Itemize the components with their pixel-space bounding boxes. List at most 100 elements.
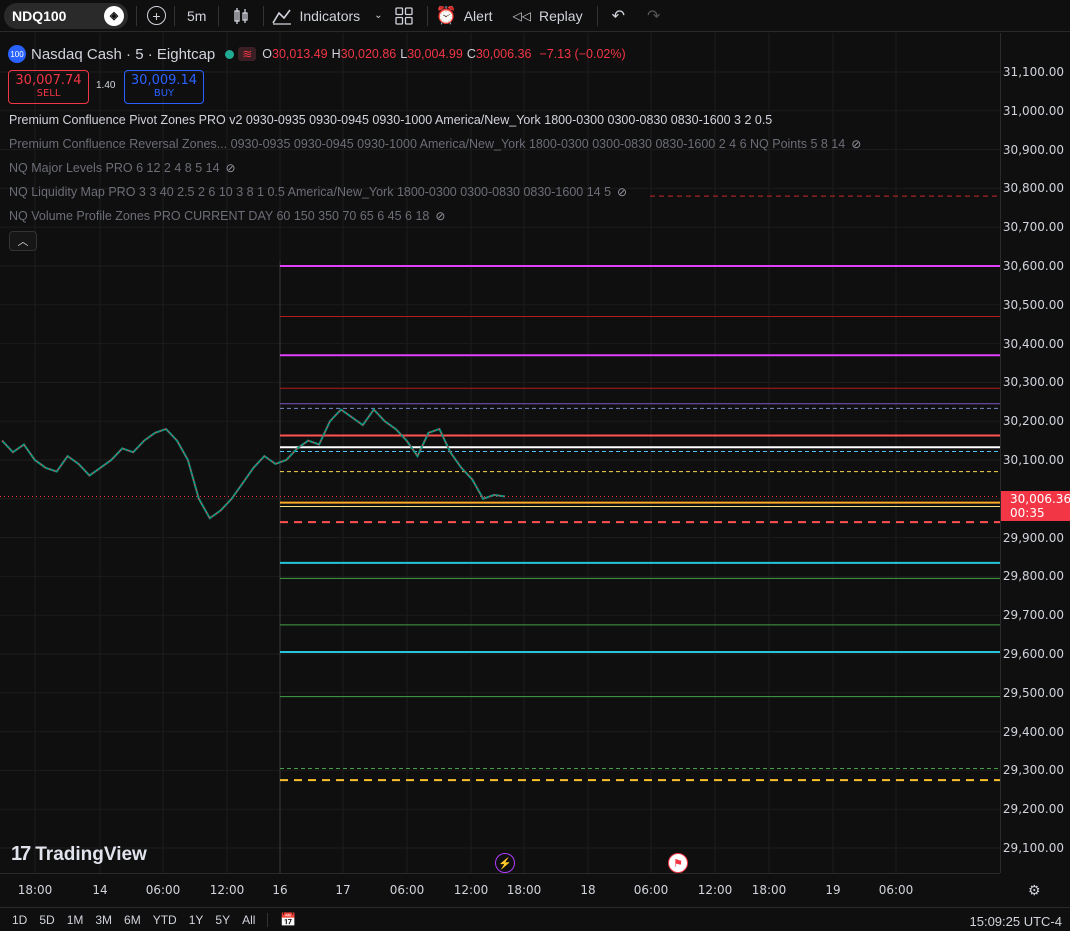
- plus-circle-icon: +: [147, 6, 166, 25]
- eye-off-icon[interactable]: ⊘: [226, 161, 236, 175]
- buy-button[interactable]: 30,009.14 BUY: [124, 70, 204, 104]
- time-axis-label: 14: [92, 883, 108, 897]
- indicator-liquidity-map[interactable]: NQ Liquidity Map PRO 3 3 40 2.5 2 6 10 3…: [9, 185, 627, 199]
- time-axis-label: 06:00: [145, 883, 181, 897]
- price-axis[interactable]: 31,100.00 31,000.00 30,900.00 30,800.00 30,7…: [1000, 33, 1070, 873]
- alarm-clock-icon: ⏰: [435, 5, 457, 25]
- chart-legend: 100 Nasdaq Cash · 5 · Eightcap ≋ O30,013…: [8, 43, 630, 65]
- calendar-icon[interactable]: 📅: [280, 912, 296, 928]
- clock[interactable]: 15:09:25 UTC-4: [970, 914, 1063, 929]
- ohlc-open: O30,013.49: [262, 47, 327, 61]
- change-text: −7.13 (−0.02%): [539, 47, 626, 61]
- current-price-label: 30,006.36 00:35: [1001, 491, 1070, 521]
- indicators-icon: [272, 9, 292, 25]
- price-axis-label: 29,400.00: [1002, 724, 1064, 739]
- brand-text: TradingView: [35, 843, 147, 865]
- separator: [263, 5, 265, 26]
- eye-off-icon[interactable]: ⊘: [435, 209, 445, 223]
- alert-button[interactable]: ⏰ Alert: [436, 0, 493, 32]
- candles-icon: [234, 7, 249, 24]
- chart-type-button[interactable]: [227, 0, 255, 32]
- undo-button[interactable]: ↶: [612, 0, 625, 32]
- price-axis-label: 29,500.00: [1002, 685, 1064, 700]
- range-3m[interactable]: 3M: [95, 913, 112, 927]
- time-axis-label: 18:00: [506, 883, 542, 897]
- sell-price: 30,007.74: [15, 73, 82, 88]
- range-5d[interactable]: 5D: [39, 913, 54, 927]
- chevron-down-icon: ⌄: [374, 10, 383, 21]
- range-1m[interactable]: 1M: [67, 913, 84, 927]
- time-axis-label: 19: [825, 883, 841, 897]
- indicator-pivot-zones[interactable]: Premium Confluence Pivot Zones PRO v2 09…: [9, 113, 772, 127]
- templates-button[interactable]: [394, 0, 413, 32]
- range-1y[interactable]: 1Y: [189, 913, 204, 927]
- symbol-search[interactable]: NDQ100 ◈: [4, 2, 128, 29]
- price-axis-label: 31,000.00: [1002, 103, 1064, 118]
- countdown-value: 00:35: [1010, 506, 1045, 520]
- high-label: H: [331, 47, 341, 61]
- indicator-label: NQ Liquidity Map PRO 3 3 40 2.5 2 6 10 3…: [9, 185, 612, 199]
- range-1d[interactable]: 1D: [12, 913, 27, 927]
- legend-main-row: 100 Nasdaq Cash · 5 · Eightcap ≋ O30,013…: [8, 43, 630, 65]
- sell-button[interactable]: 30,007.74 SELL: [8, 70, 89, 104]
- time-axis[interactable]: 18:00 14 06:00 12:00 16 17 06:00 12:00 18:00 18 06…: [0, 873, 1000, 905]
- top-toolbar: NDQ100 ◈ + 5m Indicators ⌄ ⏰ Alert ◁◁ Re…: [0, 0, 1070, 32]
- price-axis-label: 30,900.00: [1002, 142, 1064, 157]
- indicator-major-levels[interactable]: NQ Major Levels PRO 6 12 2 4 8 5 14 ⊘: [9, 161, 236, 175]
- range-5y[interactable]: 5Y: [215, 913, 230, 927]
- compare-button[interactable]: +: [147, 0, 166, 32]
- price-axis-label: 30,600.00: [1002, 259, 1064, 273]
- range-6m[interactable]: 6M: [124, 913, 141, 927]
- time-axis-label: 18:00: [751, 883, 787, 897]
- high-value: 30,020.86: [340, 47, 397, 61]
- eye-off-icon[interactable]: ⊘: [617, 185, 627, 199]
- legend-title[interactable]: Nasdaq Cash · 5 · Eightcap: [31, 46, 215, 63]
- price-axis-label: 30,500.00: [1002, 297, 1064, 312]
- separator: [136, 5, 137, 26]
- us-flag-event-icon[interactable]: ⚑: [668, 853, 688, 873]
- symbol-logo: 100: [8, 45, 26, 63]
- redo-icon: ↷: [646, 7, 661, 25]
- separator: [267, 912, 269, 927]
- price-axis-label: 29,900.00: [1002, 530, 1064, 545]
- price-axis-label: 30,300.00: [1002, 375, 1064, 390]
- interval-label: 5m: [187, 7, 207, 24]
- price-chart[interactable]: [0, 33, 1000, 873]
- indicators-button[interactable]: Indicators ⌄: [272, 0, 383, 32]
- lightning-event-icon[interactable]: ⚡: [495, 853, 515, 873]
- indicators-label: Indicators: [299, 7, 361, 24]
- time-axis-label: 12:00: [697, 883, 733, 897]
- sell-label: SELL: [36, 88, 61, 99]
- tradingview-logo[interactable]: 17 TradingView: [11, 843, 147, 866]
- indicator-reversal-zones[interactable]: Premium Confluence Reversal Zones... 093…: [9, 137, 861, 151]
- ohlc-close: C30,006.36: [467, 47, 532, 61]
- alert-label: Alert: [463, 7, 493, 24]
- redo-button[interactable]: ↷: [647, 0, 660, 32]
- range-all[interactable]: All: [242, 913, 255, 927]
- interval-button[interactable]: 5m: [183, 0, 210, 32]
- indicator-volume-profile[interactable]: NQ Volume Profile Zones PRO CURRENT DAY …: [9, 209, 445, 223]
- open-label: O: [262, 47, 272, 61]
- time-axis-label: 06:00: [878, 883, 914, 897]
- time-axis-label: 17: [335, 883, 351, 897]
- eye-off-icon[interactable]: ⊘: [851, 137, 861, 151]
- change-value: −7.13 (−0.02%): [539, 47, 625, 61]
- market-open-icon: [225, 49, 235, 59]
- price-axis-label: 29,800.00: [1002, 569, 1064, 584]
- replay-button[interactable]: ◁◁ Replay: [513, 0, 583, 32]
- close-label: C: [466, 47, 476, 61]
- wave-icon[interactable]: ≋: [238, 47, 257, 61]
- collapse-legend-button[interactable]: ︿: [9, 231, 37, 251]
- grid-icon: [394, 6, 413, 25]
- separator: [426, 5, 428, 26]
- indicator-label: NQ Volume Profile Zones PRO CURRENT DAY …: [9, 209, 430, 223]
- chevron-up-icon: ︿: [17, 236, 29, 248]
- price-axis-label: 29,600.00: [1002, 647, 1064, 661]
- bottom-bar: 1D 5D 1M 3M 6M YTD 1Y 5Y All 📅 15:09:25 …: [0, 907, 1070, 931]
- spread-value: 1.40: [96, 80, 116, 91]
- separator: [218, 5, 220, 26]
- rewind-icon: ◁◁: [512, 8, 531, 23]
- price-axis-label: 30,700.00: [1002, 220, 1064, 235]
- gear-icon[interactable]: ⚙: [1028, 882, 1041, 899]
- range-ytd[interactable]: YTD: [153, 913, 177, 927]
